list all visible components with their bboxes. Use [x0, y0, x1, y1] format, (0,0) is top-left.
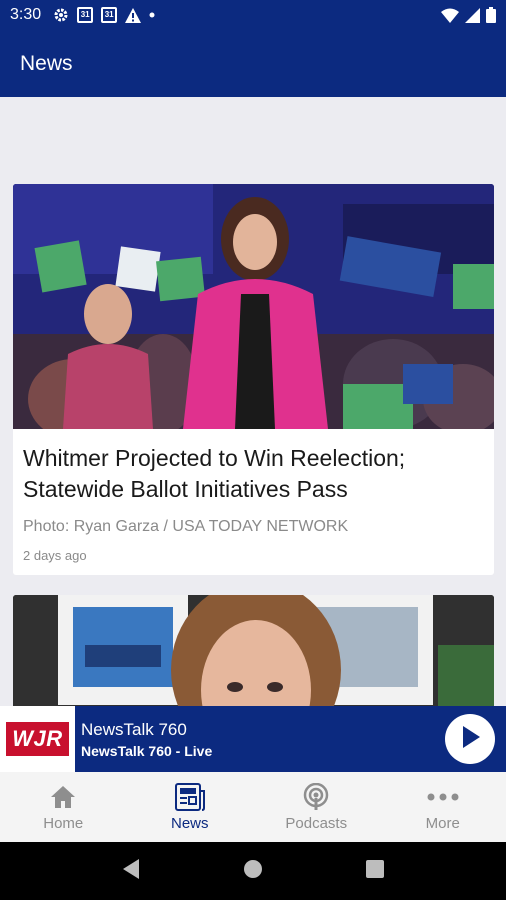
news-card-timestamp: 2 days ago	[23, 548, 87, 563]
battery-icon	[486, 7, 496, 23]
status-icons-right	[441, 7, 496, 23]
mini-player[interactable]: WJR NewsTalk 760 NewsTalk 760 - Live	[0, 706, 506, 772]
player-station-name: NewsTalk 760	[81, 719, 187, 739]
news-card[interactable]: Whitmer Projected to Win Reelection; Sta…	[13, 184, 494, 575]
page-title: News	[20, 51, 73, 75]
news-card-image[interactable]	[13, 184, 494, 429]
station-logo-text: WJR	[6, 722, 69, 756]
calendar-icon: 31	[77, 7, 94, 23]
calendar-icon: 31	[101, 7, 118, 23]
news-card-credit: Photo: Ryan Garza / USA TODAY NETWORK	[23, 518, 349, 535]
dot-icon	[149, 12, 155, 18]
bottom-navigation: Home News Podcasts More	[0, 772, 506, 842]
newspaper-icon	[174, 782, 205, 811]
cell-signal-icon	[465, 7, 480, 23]
warning-icon	[125, 7, 142, 23]
station-logo: WJR	[0, 706, 75, 772]
tab-home-label: Home	[43, 814, 84, 832]
tab-news[interactable]: News	[127, 772, 254, 842]
system-navigation-bar	[0, 842, 506, 900]
tab-home[interactable]: Home	[0, 772, 127, 842]
play-button[interactable]	[445, 714, 495, 764]
news-feed[interactable]: Whitmer Projected to Win Reelection; Sta…	[0, 97, 506, 706]
wifi-icon	[441, 8, 459, 23]
home-circle-icon[interactable]	[242, 858, 264, 885]
app-bar: News	[0, 30, 506, 97]
news-card-body: Whitmer Projected to Win Reelection; Sta…	[13, 429, 494, 563]
tab-podcasts-label: Podcasts	[285, 814, 348, 832]
tab-news-label: News	[170, 814, 209, 832]
tab-podcasts[interactable]: Podcasts	[253, 772, 380, 842]
news-card-title[interactable]: Whitmer Projected to Win Reelection; Sta…	[23, 443, 484, 505]
news-card-image[interactable]	[13, 595, 494, 706]
more-icon	[427, 783, 459, 811]
status-icons-left: 31 31	[53, 7, 155, 23]
player-subtitle: NewsTalk 760 - Live	[81, 742, 213, 759]
status-bar: 3:30 31 31	[0, 0, 506, 30]
podcast-icon	[302, 782, 330, 811]
home-icon	[50, 783, 76, 811]
recents-icon[interactable]	[365, 859, 385, 884]
back-icon[interactable]	[121, 858, 141, 885]
status-time: 3:30	[10, 6, 42, 23]
gear-icon	[53, 7, 69, 23]
play-icon	[460, 725, 480, 753]
player-info[interactable]: NewsTalk 760 NewsTalk 760 - Live	[81, 720, 445, 759]
tab-more-label: More	[425, 814, 460, 832]
tab-more[interactable]: More	[380, 772, 506, 842]
news-card[interactable]	[13, 595, 494, 706]
